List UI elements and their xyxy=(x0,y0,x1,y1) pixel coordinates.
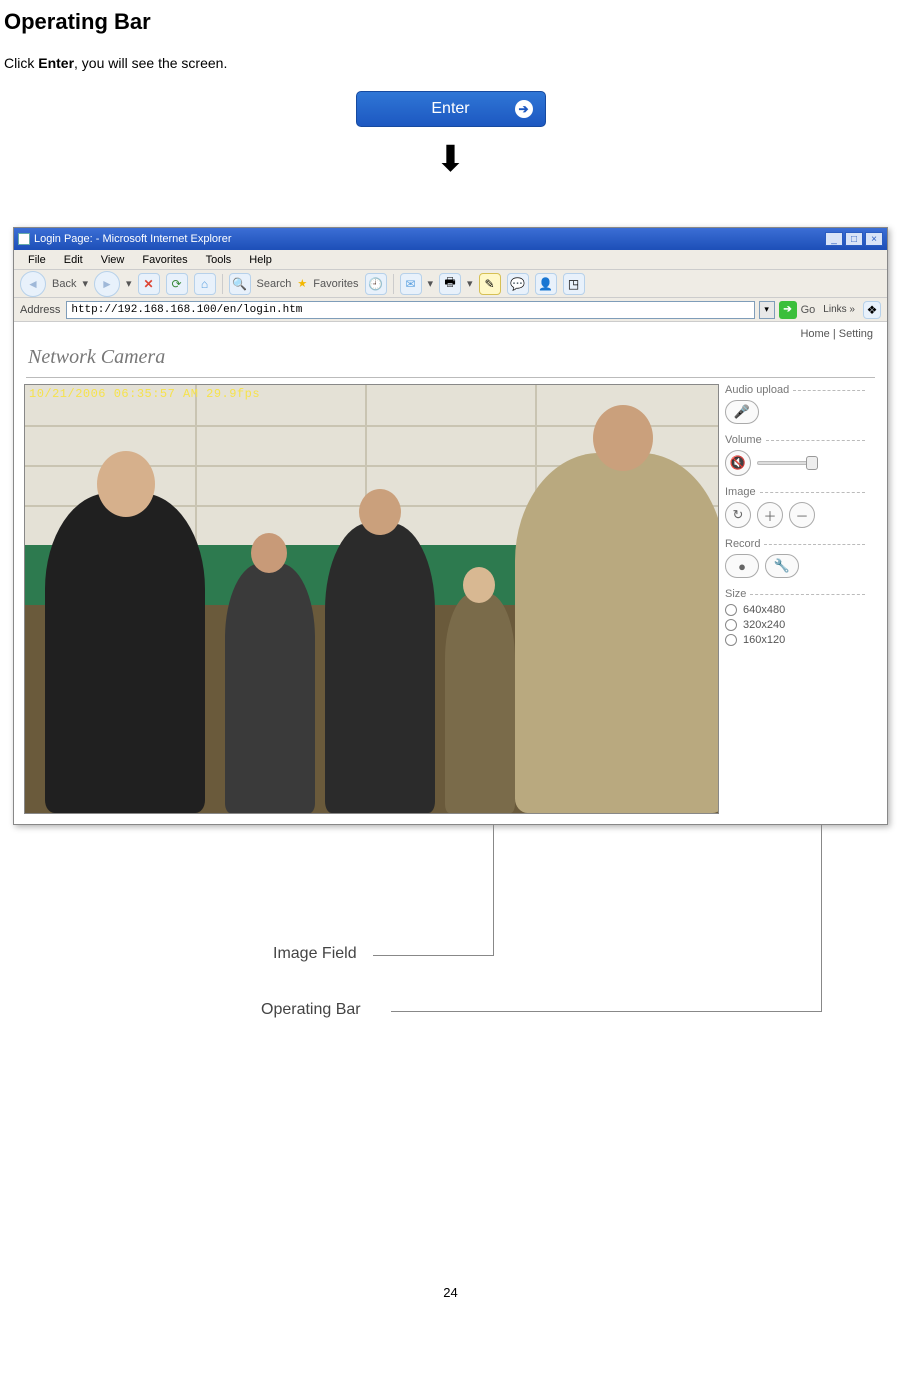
audio-upload-label: Audio upload xyxy=(725,384,789,396)
mute-button[interactable]: 🔇 xyxy=(725,450,751,476)
address-input[interactable] xyxy=(66,301,754,319)
refresh-button[interactable]: ⟳ xyxy=(166,273,188,295)
print-dd[interactable]: ▾ xyxy=(467,277,473,290)
search-label[interactable]: Search xyxy=(257,278,292,290)
extra-button[interactable]: ◳ xyxy=(563,273,585,295)
fwd-dd[interactable]: ▾ xyxy=(126,277,132,290)
go-label: Go xyxy=(801,304,816,316)
menu-edit[interactable]: Edit xyxy=(56,254,91,266)
audio-upload-button[interactable]: 🎤 xyxy=(725,400,759,424)
address-label: Address xyxy=(20,304,62,316)
address-dropdown[interactable]: ▾ xyxy=(759,301,775,319)
group-volume: Volume 🔇 xyxy=(725,434,865,476)
size-160-label: 160x120 xyxy=(743,634,785,646)
go-button[interactable]: ➔ xyxy=(779,301,797,319)
volume-slider[interactable] xyxy=(757,461,817,465)
mail-button[interactable]: ✉ xyxy=(400,273,422,295)
history-button[interactable]: 🕘 xyxy=(365,273,387,295)
radio-icon xyxy=(725,619,737,631)
group-audio-upload: Audio upload 🎤 xyxy=(725,384,865,424)
divider xyxy=(26,377,875,378)
down-arrow-icon: ⬇ xyxy=(435,141,465,177)
address-bar: Address ▾ ➔ Go Links » ❖ xyxy=(14,298,887,322)
home-setting-links[interactable]: Home | Setting xyxy=(14,322,887,340)
size-option-160x120[interactable]: 160x120 xyxy=(725,634,865,646)
intro-suffix: , you will see the screen. xyxy=(74,55,227,71)
favorites-icon[interactable]: ★ xyxy=(297,277,307,290)
radio-icon xyxy=(725,634,737,646)
group-record: Record ● 🔧 xyxy=(725,538,865,578)
record-settings-button[interactable]: 🔧 xyxy=(765,554,799,578)
edit-button[interactable]: ✎ xyxy=(479,273,501,295)
favorites-label[interactable]: Favorites xyxy=(313,278,358,290)
toolbar: ◄ Back ▾ ► ▾ ✕ ⟳ ⌂ 🔍 Search ★ Favorites … xyxy=(14,270,887,298)
volume-label: Volume xyxy=(725,434,762,446)
size-option-320x240[interactable]: 320x240 xyxy=(725,619,865,631)
close-button[interactable]: × xyxy=(865,232,883,246)
minimize-button[interactable]: _ xyxy=(825,232,843,246)
zoom-in-button[interactable]: ＋ xyxy=(757,502,783,528)
size-option-640x480[interactable]: 640x480 xyxy=(725,604,865,616)
window-title: Login Page: - Microsoft Internet Explore… xyxy=(34,233,231,245)
stop-button[interactable]: ✕ xyxy=(138,273,160,295)
record-label: Record xyxy=(725,538,760,550)
page-content: Home | Setting Network Camera xyxy=(14,322,887,824)
size-640-label: 640x480 xyxy=(743,604,785,616)
video-osd: 10/21/2006 06:35:57 AM 29.9fps xyxy=(29,387,260,401)
menu-favorites[interactable]: Favorites xyxy=(134,254,195,266)
menu-help[interactable]: Help xyxy=(241,254,280,266)
enter-button-label: Enter xyxy=(431,100,469,118)
menubar: File Edit View Favorites Tools Help xyxy=(14,250,887,270)
back-dd[interactable]: ▾ xyxy=(82,277,88,290)
enter-button[interactable]: Enter ➔ xyxy=(356,91,546,127)
intro-prefix: Click xyxy=(4,55,38,71)
annotation-operating-bar: Operating Bar xyxy=(261,1001,361,1019)
titlebar: Login Page: - Microsoft Internet Explore… xyxy=(14,228,887,250)
page-icon xyxy=(18,233,30,245)
annotation-image-field: Image Field xyxy=(273,945,357,963)
print-button[interactable]: 🖶 xyxy=(439,273,461,295)
menu-view[interactable]: View xyxy=(93,254,133,266)
video-frame: 10/21/2006 06:35:57 AM 29.9fps xyxy=(24,384,719,814)
discuss-button[interactable]: 💬 xyxy=(507,273,529,295)
menu-tools[interactable]: Tools xyxy=(198,254,240,266)
forward-button[interactable]: ► xyxy=(94,271,120,297)
record-button[interactable]: ● xyxy=(725,554,759,578)
group-image: Image ↻ ＋ － xyxy=(725,486,865,528)
back-label: Back xyxy=(52,278,76,290)
group-size: Size 640x480 320x240 160x120 xyxy=(725,588,865,646)
operating-bar-panel: Audio upload 🎤 Volume 🔇 Image ↻ ＋ － xyxy=(725,384,865,656)
page-number: 24 xyxy=(0,1285,901,1300)
back-button[interactable]: ◄ xyxy=(20,271,46,297)
links-extra-icon[interactable]: ❖ xyxy=(863,301,881,319)
section-heading: Operating Bar xyxy=(4,9,901,35)
ie-window: Login Page: - Microsoft Internet Explore… xyxy=(13,227,888,825)
menu-file[interactable]: File xyxy=(20,254,54,266)
messenger-button[interactable]: 👤 xyxy=(535,273,557,295)
radio-icon xyxy=(725,604,737,616)
home-button[interactable]: ⌂ xyxy=(194,273,216,295)
intro-text: Click Enter, you will see the screen. xyxy=(4,55,901,71)
page-title: Network Camera xyxy=(14,340,887,375)
size-320-label: 320x240 xyxy=(743,619,785,631)
maximize-button[interactable]: □ xyxy=(845,232,863,246)
image-label: Image xyxy=(725,486,756,498)
links-label[interactable]: Links » xyxy=(819,304,859,315)
image-reset-button[interactable]: ↻ xyxy=(725,502,751,528)
intro-bold: Enter xyxy=(38,55,74,71)
search-icon[interactable]: 🔍 xyxy=(229,273,251,295)
zoom-out-button[interactable]: － xyxy=(789,502,815,528)
mail-dd[interactable]: ▾ xyxy=(428,277,434,290)
arrow-right-icon: ➔ xyxy=(515,100,533,118)
annotations: Image Field Operating Bar xyxy=(13,825,888,1025)
size-label: Size xyxy=(725,588,746,600)
